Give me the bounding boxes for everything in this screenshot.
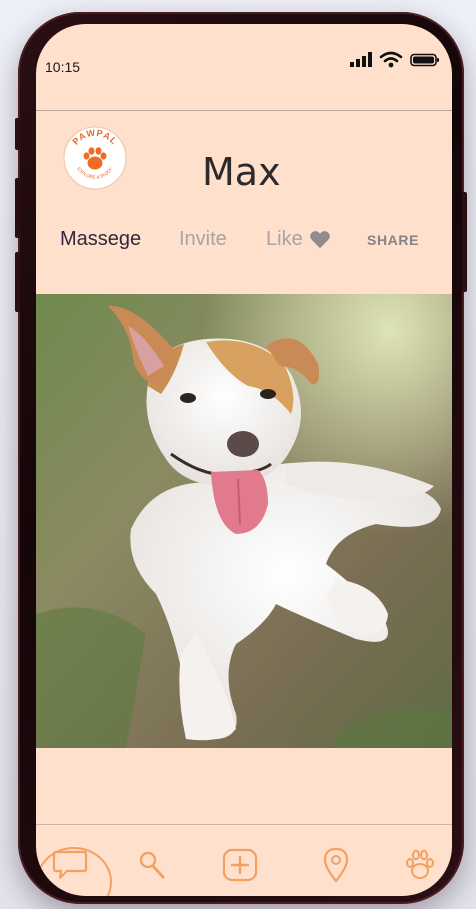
nav-search[interactable] (132, 845, 172, 885)
signal-icon (350, 52, 372, 67)
app-screen: 10:15 PAWPAL EXPLORE & ENJOY Max Massege… (36, 24, 452, 896)
like-button[interactable]: Like (266, 228, 331, 251)
pawpal-logo: PAWPAL EXPLORE & ENJOY (63, 126, 127, 190)
paw-icon (406, 849, 434, 879)
mute-switch (15, 118, 20, 150)
invite-button[interactable]: Invite (179, 228, 227, 251)
location-pin-icon (323, 847, 349, 883)
profile-actions: Massege Invite Like SHARE (36, 228, 452, 258)
search-icon (139, 851, 165, 879)
wifi-icon (379, 51, 403, 68)
nav-location[interactable] (316, 845, 356, 885)
profile-name: Max (202, 150, 281, 194)
nav-add[interactable] (220, 845, 260, 885)
volume-down-button (15, 252, 20, 312)
add-icon (222, 848, 258, 882)
nav-chat[interactable] (36, 845, 112, 896)
message-button[interactable]: Massege (60, 228, 141, 251)
status-icons (350, 51, 440, 68)
status-time: 10:15 (45, 59, 81, 75)
dog-photo (36, 294, 452, 748)
share-button[interactable]: SHARE (367, 232, 419, 248)
like-label: Like (266, 228, 303, 250)
nav-active-indicator (36, 847, 112, 896)
power-button (462, 192, 467, 292)
volume-up-button (15, 178, 20, 238)
bottom-nav (36, 824, 452, 896)
nav-paw[interactable] (400, 845, 440, 885)
battery-icon (410, 53, 439, 66)
heart-icon (309, 231, 330, 249)
profile-header: PAWPAL EXPLORE & ENJOY Max Massege Invit… (36, 110, 452, 295)
status-bar: 10:15 (36, 24, 452, 111)
